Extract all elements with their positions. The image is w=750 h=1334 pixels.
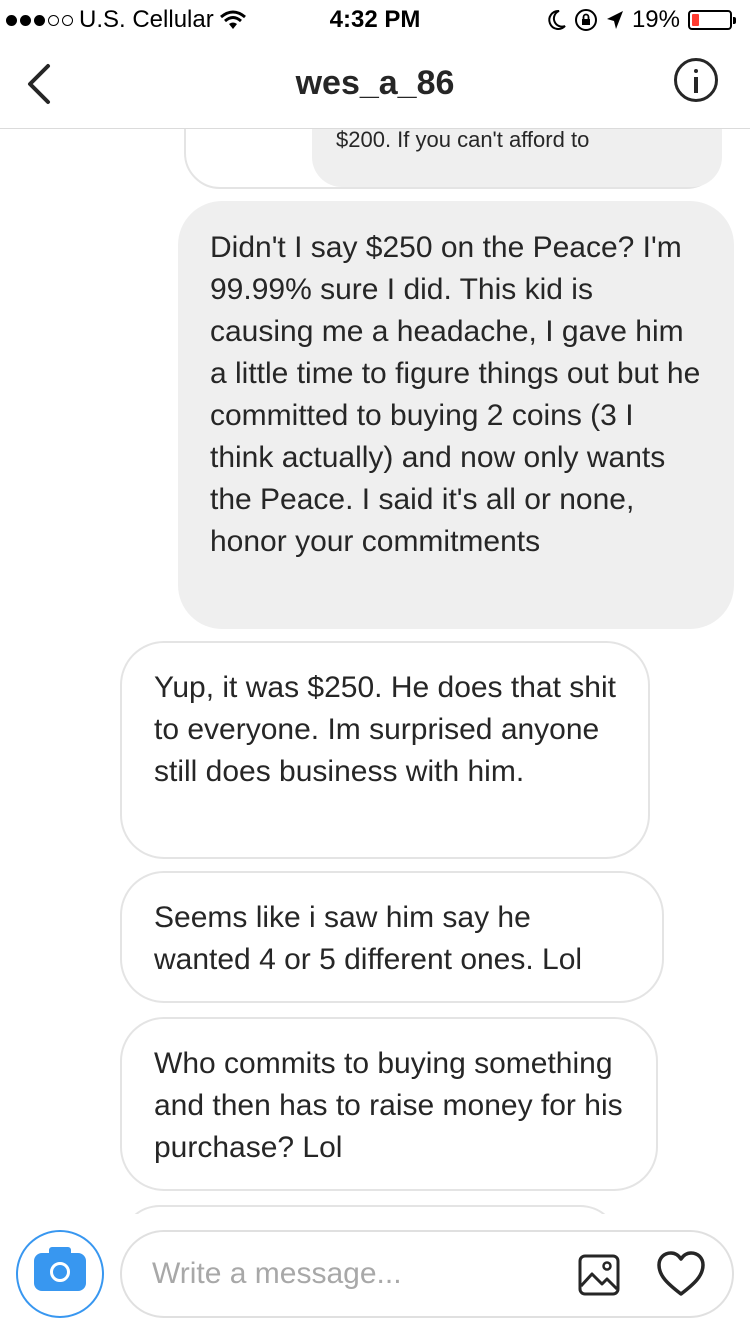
- conversation-title[interactable]: wes_a_86: [0, 64, 750, 103]
- message-bubble-incoming[interactable]: [120, 1205, 620, 1214]
- moon-icon: [548, 9, 566, 30]
- message-bubble-outgoing[interactable]: Didn't I say $250 on the Peace? I'm 99.9…: [178, 201, 734, 629]
- camera-lens: [50, 1262, 70, 1282]
- message-bubble-incoming[interactable]: Who commits to buying something and then…: [120, 1017, 658, 1191]
- message-text: Yup, it was $250. He does that shit to e…: [154, 671, 616, 788]
- message-text: Who commits to buying something and then…: [154, 1047, 623, 1164]
- message-field[interactable]: [120, 1230, 734, 1318]
- battery-icon: [688, 10, 736, 30]
- message-text: Seems like i saw him say he wanted 4 or …: [154, 901, 583, 976]
- battery-level: [692, 14, 699, 26]
- status-right: 19%: [546, 6, 736, 34]
- location-arrow-icon: [606, 11, 623, 29]
- message-bubble-incoming[interactable]: Seems like i saw him say he wanted 4 or …: [120, 871, 664, 1003]
- message-input[interactable]: [152, 1254, 552, 1294]
- battery-percent: 19%: [631, 6, 680, 33]
- gallery-icon: [578, 1254, 620, 1296]
- message-bubble-incoming[interactable]: Yup, it was $250. He does that shit to e…: [120, 641, 650, 859]
- message-composer: [0, 1214, 750, 1334]
- camera-button[interactable]: [16, 1230, 104, 1318]
- gallery-button[interactable]: [578, 1254, 620, 1296]
- message-thread[interactable]: He doesn't want it but would buy it at $…: [0, 129, 750, 1214]
- rotation-lock-icon: [574, 9, 597, 31]
- quoted-message-preview[interactable]: He doesn't want it but would buy it at $…: [312, 129, 722, 187]
- message-text: Didn't I say $250 on the Peace? I'm 99.9…: [210, 231, 701, 558]
- info-button[interactable]: [674, 58, 718, 102]
- heart-icon: [657, 1251, 705, 1296]
- conversation-header: wes_a_86: [0, 40, 750, 129]
- like-button[interactable]: [656, 1250, 706, 1298]
- quoted-message-text: He doesn't want it but would buy it at $…: [336, 129, 590, 152]
- status-bar: U.S. Cellular 4:32 PM 19%: [0, 0, 750, 40]
- camera-icon: [34, 1247, 86, 1291]
